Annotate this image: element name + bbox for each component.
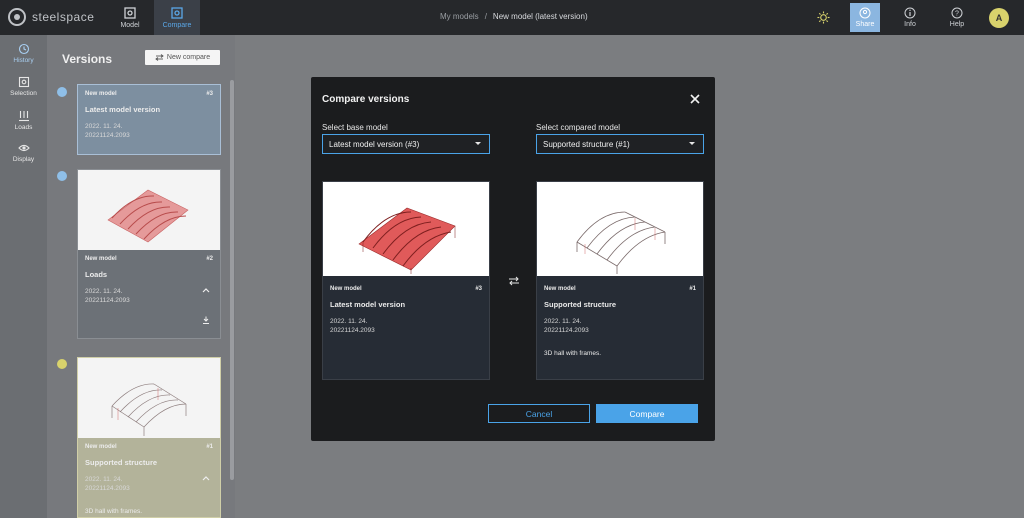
compare-button[interactable]: Compare bbox=[596, 404, 698, 423]
base-model-select[interactable]: Latest model version (#3) bbox=[322, 134, 490, 154]
compared-model-select[interactable]: Supported structure (#1) bbox=[536, 134, 704, 154]
compared-model-label: Select compared model bbox=[536, 123, 621, 132]
base-model-card: New model #3 Latest model version 2022. 1… bbox=[322, 181, 490, 380]
caret-down-icon bbox=[475, 142, 481, 145]
compared-model-value: Supported structure (#1) bbox=[543, 139, 630, 149]
close-icon[interactable] bbox=[689, 93, 701, 105]
red-model-thumbnail bbox=[358, 207, 456, 274]
base-model-label: Select base model bbox=[322, 123, 388, 132]
compared-model-thumbnail bbox=[537, 182, 703, 276]
caret-down-icon bbox=[689, 142, 695, 145]
card-build: 20221124.2093 bbox=[330, 327, 375, 334]
cancel-button[interactable]: Cancel bbox=[488, 404, 590, 423]
compared-model-card: New model #1 Supported structure 2022. 11… bbox=[536, 181, 704, 380]
card-description: 3D hall with frames. bbox=[544, 350, 602, 357]
card-model-name: New model bbox=[330, 286, 362, 292]
base-model-thumbnail bbox=[323, 182, 489, 276]
card-version-name: Supported structure bbox=[544, 300, 617, 309]
card-version-number: #3 bbox=[475, 286, 482, 292]
compare-versions-dialog: Compare versions Select base model Lates… bbox=[311, 77, 715, 441]
card-build: 20221124.2093 bbox=[544, 327, 589, 334]
card-version-number: #1 bbox=[689, 286, 696, 292]
swap-arrows-icon bbox=[509, 276, 519, 286]
card-model-name: New model bbox=[544, 286, 576, 292]
base-model-value: Latest model version (#3) bbox=[329, 139, 420, 149]
card-date: 2022. 11. 24. bbox=[544, 318, 582, 325]
dialog-title: Compare versions bbox=[322, 94, 410, 105]
frame-model-thumbnail bbox=[576, 211, 666, 274]
card-version-name: Latest model version bbox=[330, 300, 406, 309]
card-date: 2022. 11. 24. bbox=[330, 318, 368, 325]
